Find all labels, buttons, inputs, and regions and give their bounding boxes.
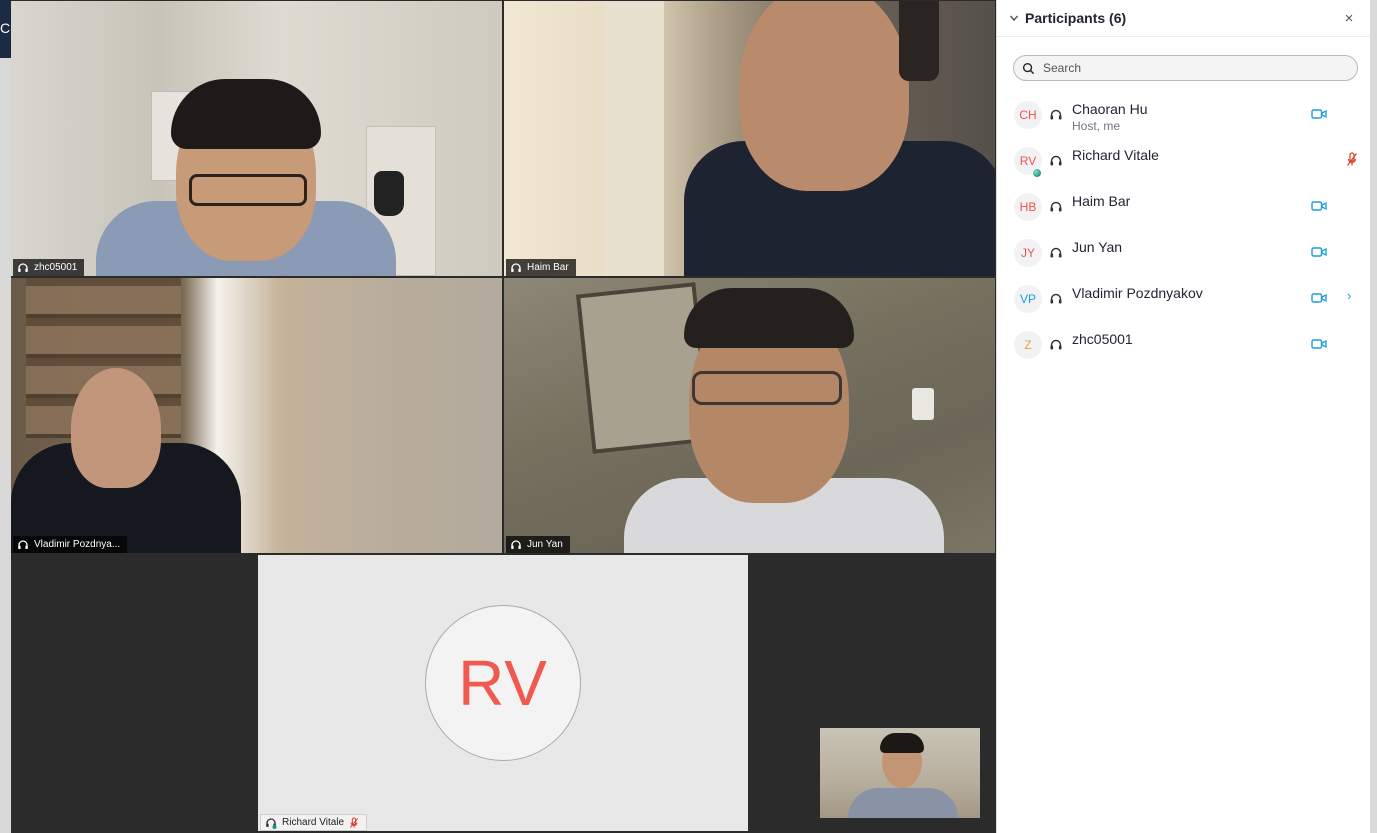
search-icon [1022, 62, 1035, 74]
participant-name: zhc05001 [1072, 331, 1133, 347]
glasses [189, 174, 307, 206]
tile-name: Vladimir Pozdnya... [34, 539, 121, 550]
participant-name: Chaoran Hu [1072, 101, 1148, 117]
glasses [692, 371, 842, 405]
headphones-icon [1050, 339, 1062, 350]
name-tag: Haim Bar [506, 259, 576, 276]
corner-glyph: C [0, 20, 11, 36]
participant-row[interactable]: RV Richard Vitale [997, 138, 1371, 184]
video-feed [11, 1, 502, 276]
window-right-edge [1370, 0, 1377, 833]
video-feed [504, 278, 995, 553]
headphones-icon [1050, 201, 1062, 212]
curtain [604, 1, 664, 276]
participant-name: Richard Vitale [1072, 147, 1159, 163]
video-tile-zhc05001[interactable]: zhc05001 [11, 1, 502, 276]
status-badge [1032, 168, 1042, 178]
avatar-initials: Z [1024, 338, 1032, 352]
panel-title: Participants (6) [1025, 10, 1127, 26]
headphones-icon [266, 817, 277, 829]
self-view-thumbnail[interactable] [820, 728, 980, 818]
headphones-icon [1050, 293, 1062, 304]
participant-name: Haim Bar [1072, 193, 1131, 209]
participant-avatar: JY [1014, 239, 1042, 267]
name-tag: Richard Vitale [260, 814, 368, 831]
person-hair [880, 733, 924, 753]
participant-avatar: HB [1014, 193, 1042, 221]
hanging-bag [374, 171, 404, 216]
avatar-initials: RV [1019, 154, 1037, 168]
muted-mic-icon[interactable] [1346, 152, 1358, 167]
participant-avatar: VP [1014, 285, 1042, 313]
participant-role: Host, me [1072, 119, 1121, 133]
video-camera-icon[interactable] [1311, 292, 1327, 304]
video-gallery: C zhc05001 Haim Bar Vladimir Pozdnya... … [0, 0, 996, 833]
avatar-initials: HB [1019, 200, 1037, 214]
person-head [739, 1, 909, 191]
participant-row[interactable]: VP Vladimir Pozdnyakov › [997, 276, 1371, 322]
person-hair [899, 1, 939, 81]
zoom-meeting-window: C zhc05001 Haim Bar Vladimir Pozdnya... … [0, 0, 1377, 833]
video-tile-vladimir-pozdnyakov[interactable]: Vladimir Pozdnya... [11, 278, 502, 553]
video-feed [11, 278, 502, 553]
video-camera-icon[interactable] [1311, 246, 1327, 258]
participant-row[interactable]: JY Jun Yan [997, 230, 1371, 276]
name-tag: Jun Yan [506, 536, 570, 553]
avatar-initials: VP [1019, 292, 1036, 306]
close-panel-button[interactable]: × [1340, 9, 1358, 27]
avatar-initials: JY [1020, 246, 1035, 260]
participant-avatar: CH [1014, 101, 1042, 129]
person-head [71, 368, 161, 488]
search-box[interactable] [1013, 55, 1358, 81]
search-input[interactable] [1043, 61, 1343, 75]
avatar-initials: CH [1019, 108, 1037, 122]
participants-panel: Participants (6) × CH Chaoran Hu Host, me R… [996, 0, 1370, 833]
headphones-icon [511, 262, 521, 272]
participant-name: Jun Yan [1072, 239, 1123, 255]
headphones-icon [1050, 109, 1062, 120]
video-tile-jun-yan[interactable]: Jun Yan [504, 278, 995, 553]
panel-header: Participants (6) × [997, 0, 1370, 37]
headphones-icon [511, 539, 521, 549]
participant-row[interactable]: CH Chaoran Hu Host, me [997, 92, 1371, 138]
person-hair [171, 79, 321, 149]
tile-name: Jun Yan [527, 539, 563, 550]
video-camera-icon[interactable] [1311, 108, 1327, 120]
more-options-chevron-icon[interactable]: › [1347, 288, 1351, 303]
window-corner: C [0, 0, 11, 58]
video-camera-icon[interactable] [1311, 200, 1327, 212]
close-icon: × [1344, 9, 1354, 27]
name-tag: zhc05001 [13, 259, 85, 276]
video-tile-richard-vitale[interactable]: RV Richard Vitale [258, 555, 748, 831]
video-feed [504, 1, 995, 276]
avatar: RV [425, 605, 581, 761]
tile-name: Haim Bar [527, 262, 569, 273]
person-body [848, 788, 958, 818]
video-tile-haim-bar[interactable]: Haim Bar [504, 1, 995, 276]
participant-list: CH Chaoran Hu Host, me RV Richard Vitale HB Ha… [997, 92, 1371, 368]
headphones-icon [1050, 247, 1062, 258]
muted-mic-icon [349, 816, 359, 828]
video-camera-icon[interactable] [1311, 338, 1327, 350]
wall-outlet [912, 388, 934, 420]
participant-avatar: Z [1014, 331, 1042, 359]
headphones-icon [1050, 155, 1062, 166]
participant-row[interactable]: HB Haim Bar [997, 184, 1371, 230]
window-left-edge: C [0, 0, 11, 833]
tile-name: zhc05001 [34, 262, 78, 273]
participant-row[interactable]: Zzhc05001 [997, 322, 1371, 368]
avatar-initials: RV [458, 647, 548, 719]
person-hair [684, 288, 854, 348]
headphones-icon [18, 539, 28, 549]
participant-name: Vladimir Pozdnyakov [1072, 285, 1203, 301]
tile-name: Richard Vitale [282, 817, 345, 828]
chevron-down-icon[interactable] [1009, 13, 1019, 23]
name-tag: Vladimir Pozdnya... [13, 536, 128, 553]
headphones-icon [18, 262, 28, 272]
